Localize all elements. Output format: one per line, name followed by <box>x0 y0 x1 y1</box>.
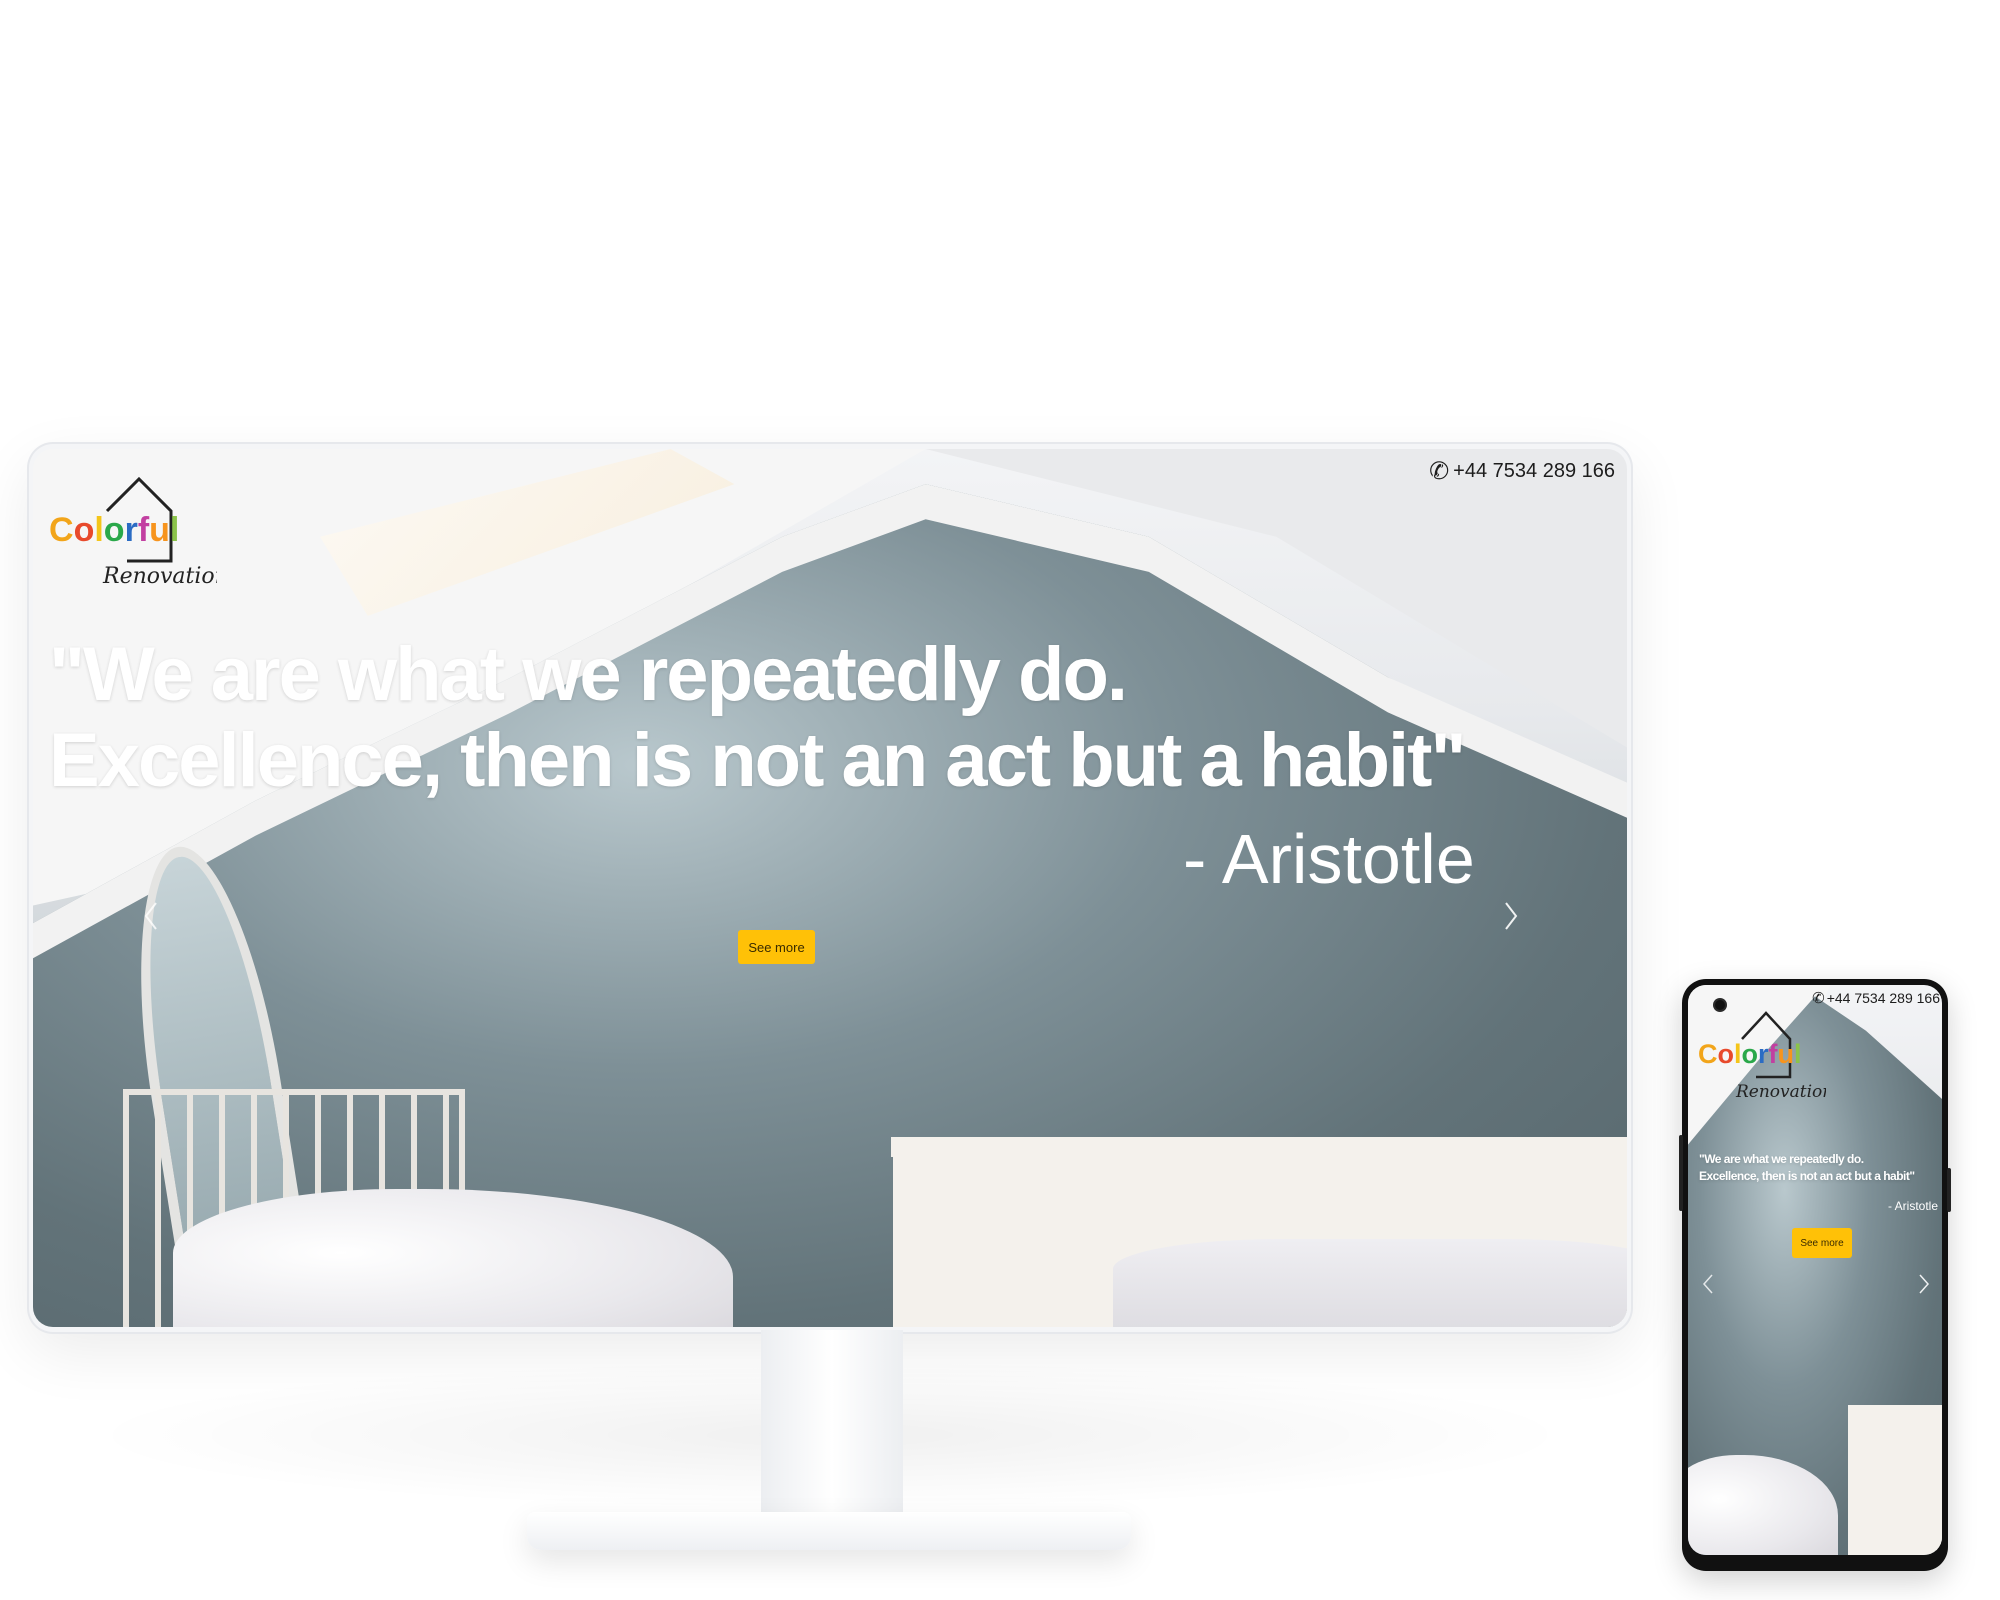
carousel-next-button[interactable] <box>1503 901 1519 935</box>
logo-letter: r <box>125 511 138 549</box>
logo-letter: l <box>1734 1039 1742 1069</box>
header-phone-link[interactable]: ✆ +44 7534 289 166 <box>1429 457 1615 486</box>
phone-logo-script-text: Renovation <box>1735 1082 1826 1102</box>
logo-letter: C <box>1698 1039 1718 1069</box>
chevron-left-icon <box>144 902 157 930</box>
logo-graphic: Colorful Renovation <box>49 476 217 589</box>
hero-quote-line-1: "We are what we repeatedly do. <box>49 632 1128 717</box>
logo-letter: l <box>94 511 103 549</box>
phone-hero-quote-line-1: "We are what we repeatedly do. <box>1699 1152 1864 1166</box>
phone-camera <box>1715 1000 1725 1010</box>
phone-phone-number: +44 7534 289 166 <box>1826 990 1940 1006</box>
phone-hero-quote-line-2: Excellence, then is not an act but a hab… <box>1699 1169 1915 1183</box>
chevron-right-icon <box>1919 1274 1930 1294</box>
phone-icon: ✆ <box>1812 990 1825 1007</box>
cot-sheet <box>1113 1239 1627 1327</box>
hero-quote-author: - Aristotle <box>1183 820 1475 898</box>
phone-see-more-button[interactable]: See more <box>1792 1228 1852 1258</box>
logo-script-text: Renovation <box>102 564 217 589</box>
logo-letter: u <box>149 511 170 549</box>
hero-quote-line-2: Excellence, then is not an act but a hab… <box>49 718 1466 803</box>
logo-letter: C <box>49 511 74 549</box>
logo-letter: f <box>138 511 150 549</box>
chevron-right-icon <box>1505 902 1518 930</box>
monitor-stand-base <box>527 1512 1131 1550</box>
see-more-button[interactable]: See more <box>738 930 815 964</box>
logo-letter: l <box>170 511 179 549</box>
phone-brand-logo[interactable]: Colorful Renovation <box>1696 1001 1826 1111</box>
phone-carousel-prev-button[interactable] <box>1702 1273 1714 1299</box>
logo-letter: o <box>1742 1039 1759 1069</box>
brand-logo[interactable]: Colorful Renovation <box>47 461 217 601</box>
logo-letter: o <box>74 511 95 549</box>
phone-side-button-left <box>1679 1135 1683 1211</box>
logo-wordmark: Colorful <box>1698 1039 1802 1069</box>
logo-letter: o <box>1718 1039 1735 1069</box>
phone-number: +44 7534 289 166 <box>1453 460 1615 482</box>
phone-cot-railing <box>1848 1415 1942 1555</box>
phone-carousel-next-button[interactable] <box>1918 1273 1930 1299</box>
carousel-prev-button[interactable] <box>143 901 159 935</box>
phone-logo-graphic: Colorful Renovation <box>1698 1011 1826 1102</box>
logo-wordmark: Colorful <box>49 511 179 549</box>
logo-letter: u <box>1778 1039 1795 1069</box>
phone-icon: ✆ <box>1429 458 1450 485</box>
logo-letter: l <box>1794 1039 1802 1069</box>
logo-letter: r <box>1758 1039 1769 1069</box>
phone-screen: Colorful Renovation ✆ +44 7534 289 166 "… <box>1688 985 1942 1555</box>
monitor-stand-neck <box>761 1330 903 1530</box>
desktop-screen: Colorful Renovation ✆ +44 7534 289 166 "… <box>33 449 1627 1327</box>
phone-hero-quote-author: - Aristotle <box>1887 1199 1938 1213</box>
phone-header-phone-link[interactable]: ✆ +44 7534 289 166 <box>1812 989 1940 1007</box>
chevron-left-icon <box>1702 1274 1713 1294</box>
logo-letter: o <box>104 511 125 549</box>
phone-side-button-right <box>1947 1168 1951 1212</box>
